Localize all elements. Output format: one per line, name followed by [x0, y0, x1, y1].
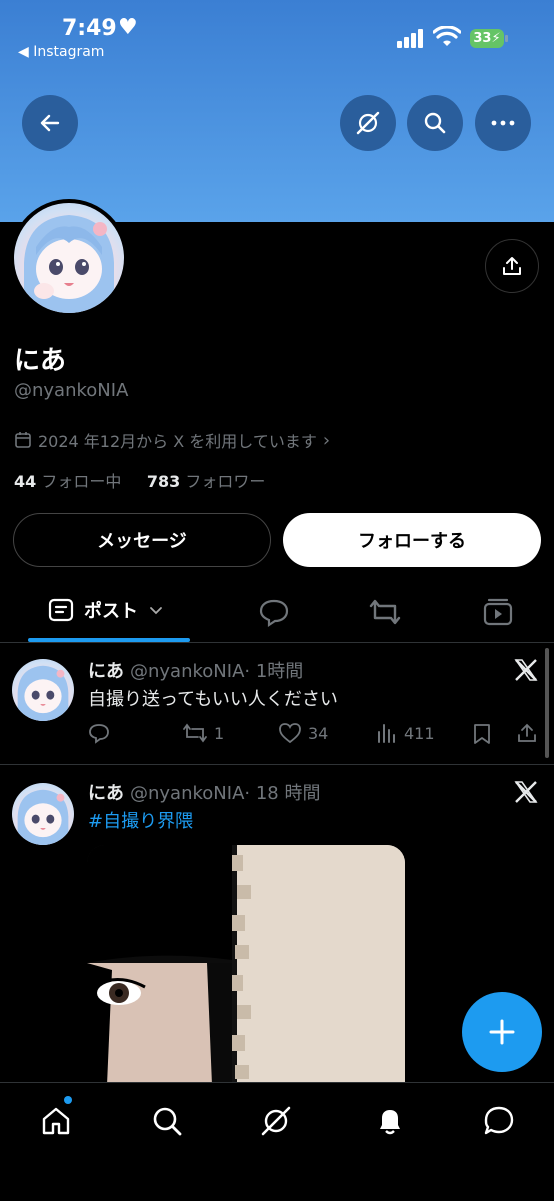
view-count: 411	[404, 723, 435, 743]
post-avatar-image	[17, 665, 69, 721]
post-hashtag[interactable]: #自撮り界隈	[88, 807, 193, 833]
followers-count: 783	[146, 472, 181, 491]
grok-icon	[261, 1106, 291, 1136]
message-button[interactable]: メッセージ	[13, 513, 271, 567]
chevron-right-icon: ›	[322, 429, 331, 451]
selfie-photo	[87, 845, 405, 1085]
status-time: 7:49	[62, 16, 117, 41]
nav-notifications[interactable]	[372, 1103, 408, 1139]
views-button[interactable]: 411	[376, 722, 435, 744]
x-logo-icon	[514, 781, 538, 803]
search-icon	[153, 1107, 182, 1136]
post-actions: 1 34 411	[88, 720, 548, 748]
tab-replies[interactable]	[258, 596, 290, 628]
post-avatar-image	[17, 789, 69, 845]
status-bar: 7:49 ♥ ◀ Instagram 33⚡	[0, 0, 554, 70]
battery-icon: 33⚡	[470, 29, 504, 48]
tab-media[interactable]	[482, 596, 514, 628]
profile-tabs: ポスト	[0, 580, 554, 643]
chat-bubble-icon	[484, 1106, 514, 1135]
follow-stats: 44 フォロー中 783 フォロワー	[14, 468, 265, 492]
heart-icon: ♥	[118, 15, 138, 40]
reply-icon	[89, 724, 109, 744]
post-author-handle[interactable]: @nyankoNIA	[130, 661, 244, 682]
profile-avatar[interactable]	[10, 199, 128, 317]
following-label: フォロー中	[41, 472, 122, 491]
arrow-left-icon	[40, 114, 60, 132]
joined-text: 2024 年12月から X を利用しています	[38, 432, 317, 451]
bell-icon	[380, 1110, 400, 1135]
scrollbar[interactable]	[545, 648, 549, 758]
battery-tip	[505, 35, 508, 42]
post-media-image[interactable]	[87, 845, 405, 1085]
nav-home[interactable]	[38, 1103, 74, 1139]
back-button[interactable]	[22, 95, 78, 151]
post-avatar[interactable]	[12, 783, 74, 845]
avatar-illustration	[14, 203, 124, 313]
following-link[interactable]: 44 フォロー中	[14, 472, 121, 491]
posts-tab-icon	[48, 598, 74, 622]
like-count: 34	[308, 723, 329, 743]
battery-level: 33	[473, 31, 492, 46]
repost-count: 1	[214, 723, 225, 743]
active-tab-indicator	[28, 638, 190, 642]
x-logo-icon	[514, 659, 538, 681]
search-icon	[424, 112, 446, 134]
home-notification-dot	[64, 1096, 72, 1104]
home-icon	[42, 1107, 70, 1135]
heart-outline-icon	[279, 723, 301, 744]
tab-reposts[interactable]	[368, 596, 402, 628]
grok-button[interactable]	[340, 95, 396, 151]
share-post-icon[interactable]	[516, 722, 538, 744]
analytics-icon	[378, 724, 395, 743]
followers-link[interactable]: 783 フォロワー	[147, 472, 266, 491]
calendar-icon	[15, 432, 31, 448]
search-button[interactable]	[407, 95, 463, 151]
cellular-signal-icon	[397, 28, 425, 48]
profile-handle: @nyankoNIA	[14, 380, 129, 401]
post-author-name[interactable]: にあ	[88, 661, 124, 682]
anime-avatar-image	[24, 215, 114, 313]
bottom-navigation	[0, 1082, 554, 1201]
reply-button[interactable]	[88, 722, 110, 744]
compose-post-button[interactable]	[462, 992, 542, 1072]
profile-name: にあ	[14, 346, 67, 376]
like-button[interactable]: 34	[278, 722, 328, 744]
share-profile-button[interactable]	[485, 239, 539, 293]
following-count: 44	[14, 472, 37, 491]
plus-icon	[489, 1019, 515, 1045]
repost-icon	[183, 723, 207, 743]
repost-button[interactable]: 1	[182, 722, 224, 744]
more-dots-icon	[491, 120, 515, 126]
post-avatar[interactable]	[12, 659, 74, 721]
follow-button[interactable]: フォローする	[283, 513, 541, 567]
tab-posts[interactable]: ポスト	[48, 597, 164, 623]
post-author-handle[interactable]: @nyankoNIA	[130, 783, 244, 804]
chevron-down-icon	[150, 607, 162, 615]
nav-messages[interactable]	[481, 1103, 517, 1139]
post-author-name[interactable]: にあ	[88, 783, 124, 804]
bookmark-icon[interactable]	[472, 723, 492, 745]
nav-search[interactable]	[149, 1103, 185, 1139]
grok-icon	[356, 111, 380, 135]
post-header: にあ @nyankoNIA· 18 時間	[88, 779, 320, 805]
post-header: にあ @nyankoNIA· 1時間	[88, 657, 303, 683]
back-to-app-link[interactable]: ◀ Instagram	[18, 44, 104, 60]
share-icon	[503, 257, 521, 275]
post-text: 自撮り送ってもいい人ください	[88, 689, 338, 710]
tab-posts-label: ポスト	[84, 601, 138, 622]
wifi-icon	[433, 26, 461, 46]
followers-label: フォロワー	[185, 472, 266, 491]
more-options-button[interactable]	[475, 95, 531, 151]
nav-grok[interactable]	[258, 1103, 294, 1139]
joined-date[interactable]: 2024 年12月から X を利用しています ›	[14, 428, 330, 452]
post-time: · 18 時間	[244, 783, 321, 804]
post-time: · 1時間	[244, 661, 304, 682]
